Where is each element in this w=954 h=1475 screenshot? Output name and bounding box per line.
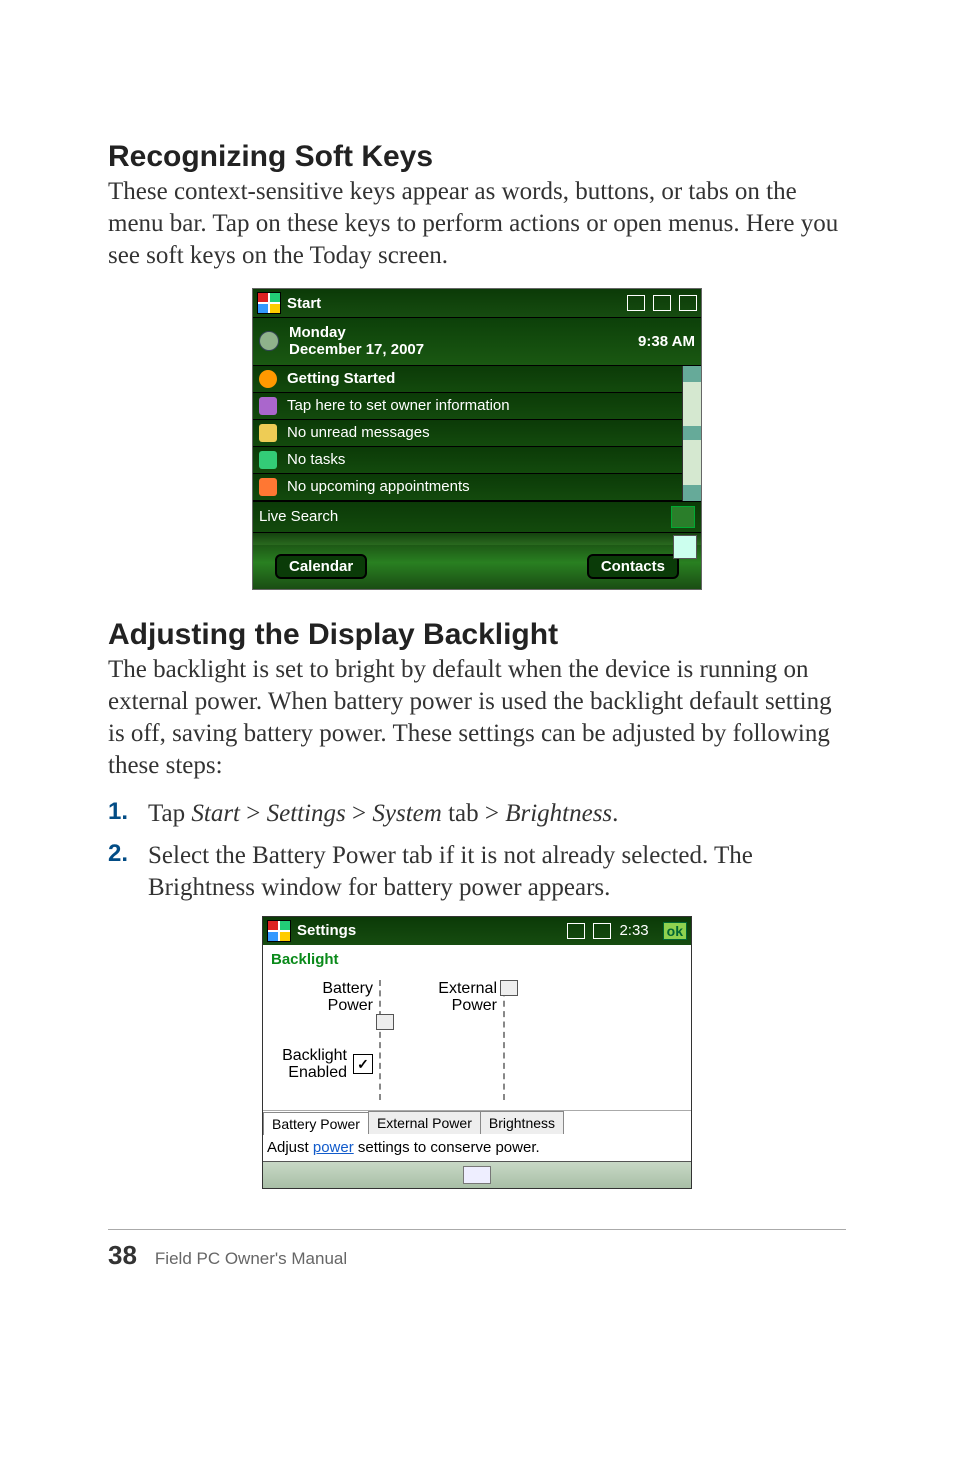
backlight-enabled-checkbox[interactable]: ✓ [353, 1054, 373, 1074]
today-item-tasks[interactable]: No tasks [253, 447, 682, 474]
sip-bar [263, 1161, 691, 1188]
steps-list: 1. Tap Start > Settings > System tab > B… [108, 798, 846, 904]
connectivity-icon[interactable] [627, 295, 645, 311]
start-flag-icon[interactable] [267, 920, 291, 942]
today-extra-row [253, 532, 701, 545]
backlight-enabled-label-1: Backlight [282, 1047, 347, 1064]
scroll-down-icon[interactable] [683, 485, 701, 501]
messages-label: No unread messages [287, 424, 430, 441]
today-list: Getting Started Tap here to set owner in… [253, 366, 682, 501]
page-footer: 38 Field PC Owner's Manual [108, 1229, 846, 1271]
volume-icon[interactable] [653, 295, 671, 311]
backlight-enabled-label-2: Enabled [288, 1064, 347, 1081]
settings-title: Settings [297, 922, 356, 939]
page-number: 38 [108, 1240, 137, 1271]
scrollbar[interactable] [682, 366, 701, 501]
today-date-row[interactable]: Monday December 17, 2007 9:38 AM [253, 318, 701, 366]
ok-button[interactable]: ok [663, 922, 687, 940]
softkey-calendar[interactable]: Calendar [275, 554, 367, 579]
softkey-contacts[interactable]: Contacts [587, 554, 679, 579]
keyboard-icon[interactable] [463, 1166, 491, 1184]
live-search-row[interactable]: Live Search [253, 501, 701, 532]
owner-label: Tap here to set owner information [287, 397, 510, 414]
manual-title: Field PC Owner's Manual [155, 1249, 347, 1269]
para-backlight: The backlight is set to bright by defaul… [108, 654, 846, 782]
external-slider-thumb[interactable] [500, 980, 518, 996]
battery-slider[interactable] [379, 980, 391, 1100]
battery-slider-thumb[interactable] [376, 1014, 394, 1030]
adjust-suffix: settings to conserve power. [354, 1139, 540, 1156]
today-item-getting-started[interactable]: Getting Started [253, 366, 682, 393]
step-1: 1. Tap Start > Settings > System tab > B… [108, 798, 846, 830]
power-link[interactable]: power [313, 1139, 354, 1156]
backlight-heading: Backlight [263, 945, 691, 970]
today-item-owner-info[interactable]: Tap here to set owner information [253, 393, 682, 420]
today-date: December 17, 2007 [289, 341, 424, 358]
tasks-icon [259, 451, 277, 469]
calendar-icon [259, 478, 277, 496]
battery-icon[interactable] [679, 295, 697, 311]
step-2-text: Select the Battery Power tab if it is no… [148, 840, 846, 904]
live-search-label: Live Search [259, 508, 338, 525]
today-day: Monday [289, 324, 424, 341]
today-titlebar: Start [253, 289, 701, 318]
battery-power-label-1: Battery [322, 980, 373, 997]
start-flag-icon[interactable] [257, 292, 281, 314]
settings-tray[interactable]: 2:33 ok [567, 922, 687, 940]
settings-screenshot: Settings 2:33 ok Backlight BatteryPower … [262, 916, 692, 1189]
battery-power-label-2: Power [328, 997, 373, 1014]
msn-icon[interactable] [673, 535, 697, 559]
step-2: 2. Select the Battery Power tab if it is… [108, 840, 846, 904]
getting-started-icon [259, 370, 277, 388]
today-item-messages[interactable]: No unread messages [253, 420, 682, 447]
heading-soft-keys: Recognizing Soft Keys [108, 140, 846, 174]
tab-battery-power[interactable]: Battery Power [263, 1112, 368, 1135]
clock-icon [259, 331, 279, 351]
connectivity-icon[interactable] [567, 923, 585, 939]
getting-started-label: Getting Started [287, 370, 395, 387]
search-icon[interactable] [671, 506, 695, 528]
step-1-text: Tap Start > Settings > System tab > Brig… [148, 798, 618, 830]
external-power-label-2: Power [452, 997, 497, 1014]
para-soft-keys: These context-sensitive keys appear as w… [108, 176, 846, 272]
step-1-num: 1. [108, 798, 148, 830]
messages-icon [259, 424, 277, 442]
external-power-label-1: External [438, 980, 497, 997]
settings-titlebar: Settings 2:33 ok [263, 917, 691, 945]
tab-brightness[interactable]: Brightness [480, 1111, 564, 1134]
scroll-thumb[interactable] [683, 426, 701, 440]
today-screenshot: Start Monday December 17, 2007 9:38 AM G… [252, 288, 702, 590]
step-2-num: 2. [108, 840, 148, 904]
volume-icon[interactable] [593, 923, 611, 939]
tasks-label: No tasks [287, 451, 345, 468]
today-item-appointments[interactable]: No upcoming appointments [253, 474, 682, 501]
settings-tabs: Battery Power External Power Brightness [263, 1110, 691, 1134]
appointments-label: No upcoming appointments [287, 478, 470, 495]
settings-time: 2:33 [619, 922, 648, 939]
today-time: 9:38 AM [638, 333, 695, 350]
adjust-power-row: Adjust power settings to conserve power. [263, 1134, 691, 1161]
start-label[interactable]: Start [287, 295, 321, 312]
heading-backlight: Adjusting the Display Backlight [108, 618, 846, 652]
external-slider[interactable] [503, 980, 515, 1100]
owner-icon [259, 397, 277, 415]
notification-tray[interactable] [627, 295, 697, 311]
backlight-body: BatteryPower BacklightEnabled ✓ External… [263, 970, 691, 1110]
tab-external-power[interactable]: External Power [368, 1111, 480, 1134]
scroll-up-icon[interactable] [683, 366, 701, 382]
adjust-prefix: Adjust [267, 1139, 313, 1156]
softkey-bar: Calendar Contacts [253, 545, 701, 589]
